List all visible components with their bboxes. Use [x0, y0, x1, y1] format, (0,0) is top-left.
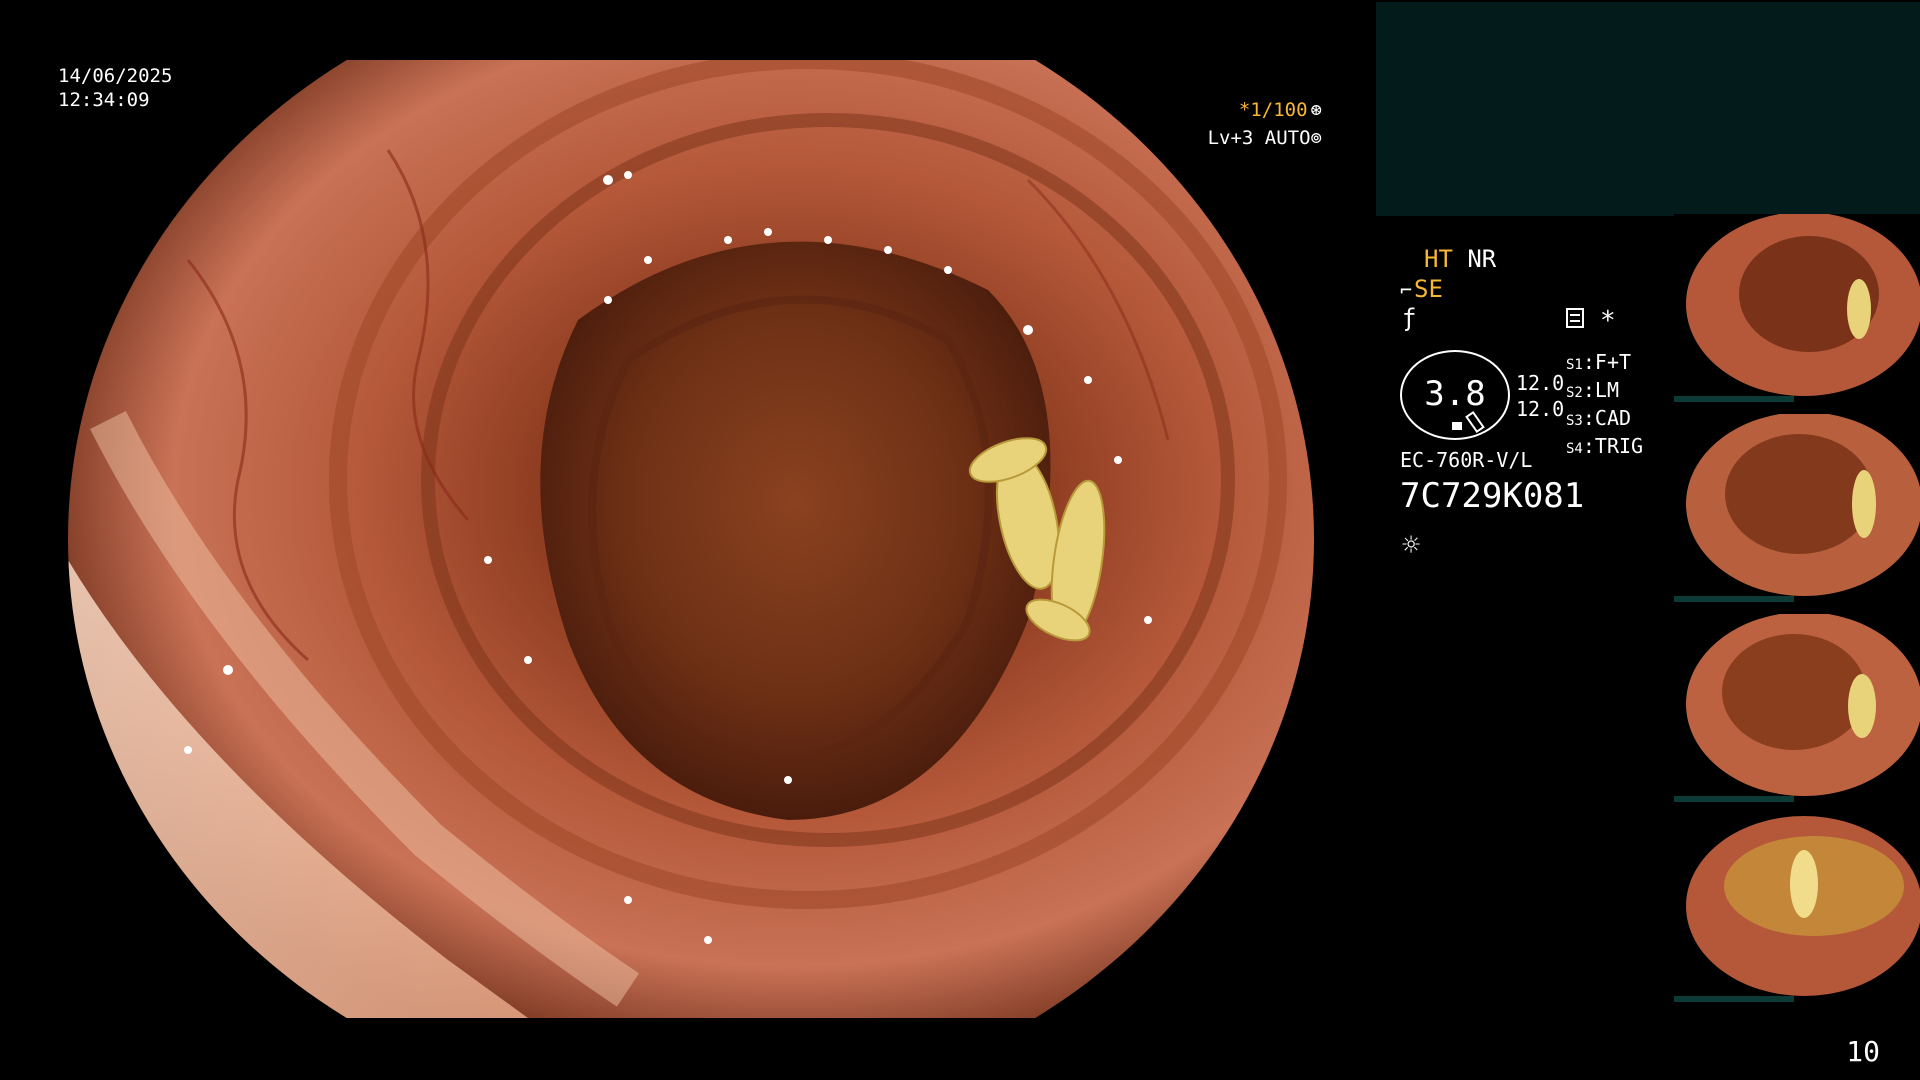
scope-tip-icon: ⌐ [1400, 278, 1413, 302]
datetime: 14/06/2025 12:34:09 [58, 64, 172, 112]
gauge-slash-icon [1465, 410, 1485, 434]
se-label: SE [1414, 275, 1443, 303]
gauge-value: 3.8 [1424, 374, 1486, 414]
gauge-oval: 3.8 [1400, 350, 1510, 440]
ht-label: HT [1424, 245, 1453, 273]
switch-s4: S4:TRIG [1566, 434, 1644, 458]
scope-model: EC-760R-V/L [1400, 448, 1533, 472]
page-number: 10 [1846, 1035, 1880, 1068]
memory-icon [1566, 308, 1584, 328]
scope-switch-list: S1:F+T S2:LM S3:CAD S4:TRIG [1566, 350, 1643, 462]
endoscope-main-view [68, 60, 1314, 1018]
thumbnail-bar [1674, 596, 1794, 602]
star-icon: * [1600, 306, 1616, 336]
time-text: 12:34:09 [58, 89, 150, 111]
image-mode-row: HT NR [1424, 244, 1496, 274]
thumbnail-4[interactable] [1674, 814, 1920, 1002]
gauge-mark [1452, 422, 1462, 430]
nr-label: NR [1467, 245, 1497, 273]
se-row: ⌐SE [1400, 274, 1443, 305]
info-panel-header [1376, 2, 1920, 216]
thumbnail-2[interactable] [1674, 414, 1920, 602]
switch-s2: S2:LM [1566, 378, 1619, 402]
value-column: 12.0 12.0 [1516, 370, 1564, 422]
shutter-readout: *1/100 ⊛ [1239, 99, 1322, 121]
thumbnail-1[interactable] [1674, 214, 1920, 402]
light-icon: ☼ [1402, 528, 1421, 563]
shutter-icon: ⊛ [1310, 99, 1322, 121]
iris-readout: Lv+3 AUTO⊚ [1208, 127, 1322, 149]
endoscopy-screen: 14/06/2025 12:34:09 *1/100 ⊛ Lv+3 AUTO⊚ H… [0, 0, 1920, 1080]
value-1: 12.0 [1516, 371, 1565, 395]
thumbnail-bar [1674, 796, 1794, 802]
thumbnail-bar [1674, 996, 1794, 1002]
scope-serial: 7C729K081 [1400, 476, 1585, 516]
switch-s3: S3:CAD [1566, 406, 1632, 430]
thumbnail-3[interactable] [1674, 614, 1920, 802]
level-text: Lv+3 AUTO [1207, 127, 1311, 149]
auto-iris-icon: ⊚ [1310, 127, 1322, 149]
value-2: 12.0 [1516, 397, 1565, 421]
shutter-text: *1/100 [1238, 99, 1308, 121]
date-text: 14/06/2025 [58, 65, 173, 87]
colon-lumen-image [68, 60, 1314, 1018]
switch-s1: S1:F+T [1566, 350, 1632, 374]
thumbnail-bar [1674, 396, 1794, 402]
freeze-icon: ƒ [1402, 304, 1417, 332]
